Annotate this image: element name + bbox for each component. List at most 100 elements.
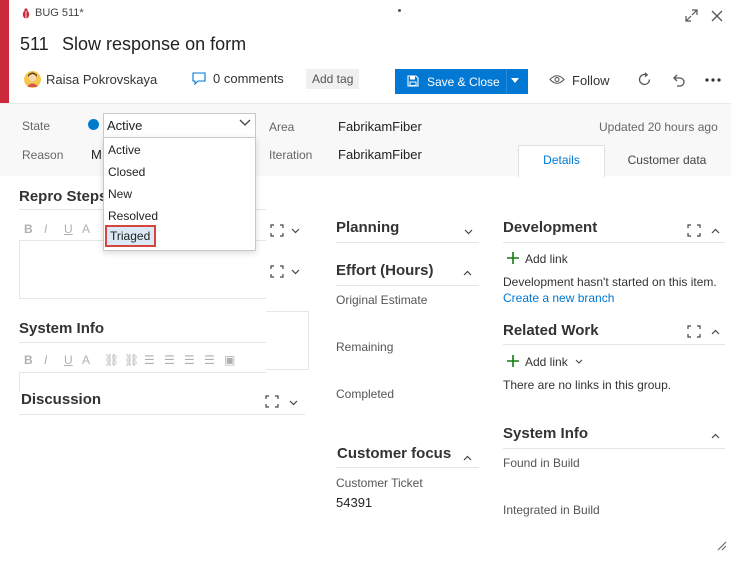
comments-link[interactable]: 0 comments [213,71,284,86]
fullscreen-icon[interactable] [685,9,698,22]
reason-value[interactable]: M [91,147,102,162]
italic-icon[interactable]: I [44,353,47,367]
state-dropdown-menu: Active Closed New Resolved Triaged [103,137,256,251]
create-branch-link[interactable]: Create a new branch [503,291,614,305]
bullet-list-icon[interactable]: ☰ [144,353,155,367]
customer-focus-title: Customer focus [337,445,452,462]
integrated-in-build-label: Integrated in Build [503,503,600,517]
area-value[interactable]: FabrikamFiber [338,119,422,134]
found-in-build-label: Found in Build [503,456,580,470]
customer-ticket-label: Customer Ticket [336,476,423,490]
underline-icon[interactable]: U [64,222,73,236]
plus-icon[interactable] [507,355,519,367]
image-icon[interactable]: ▣ [224,353,235,367]
font-color-icon[interactable]: A [82,222,90,236]
repro-steps-title: Repro Steps [19,188,108,205]
close-icon[interactable] [711,10,723,22]
add-link-button[interactable]: Add link [525,252,568,266]
fullscreen-icon[interactable] [270,265,284,278]
state-option-triaged[interactable]: Triaged [105,225,156,247]
add-related-link-button[interactable]: Add link [525,355,568,369]
font-color-icon[interactable]: A [82,353,90,367]
chevron-up-icon[interactable] [463,455,472,461]
state-option-resolved[interactable]: Resolved [108,205,253,227]
add-tag-button[interactable]: Add tag [306,69,360,89]
outdent-icon[interactable]: ☰ [184,353,195,367]
related-work-message: There are no links in this group. [503,378,672,392]
planning-title: Planning [336,219,400,236]
original-estimate-label: Original Estimate [336,293,428,307]
divider [503,448,725,449]
work-item-type-label: BUG 511* [35,7,84,19]
save-close-button[interactable]: Save & Close [395,69,528,94]
system-info-title: System Info [19,320,105,337]
underline-icon[interactable]: U [64,353,73,367]
tab-details[interactable]: Details [518,145,605,177]
state-label: State [22,119,51,133]
more-actions-icon[interactable] [705,78,721,82]
state-option-new[interactable]: New [108,183,253,205]
chevron-up-icon[interactable] [711,228,720,234]
state-option-active[interactable]: Active [108,139,253,161]
divider [336,242,479,243]
chevron-down-icon[interactable] [575,359,583,364]
assigned-to[interactable]: Raisa Pokrovskaya [46,72,157,87]
related-work-title: Related Work [503,322,599,339]
fullscreen-icon[interactable] [270,224,284,237]
save-close-label: Save & Close [427,75,500,89]
separator-dot [398,9,401,12]
chevron-up-icon[interactable] [463,270,472,276]
customer-ticket-value[interactable]: 54391 [336,495,372,510]
chevron-down-icon[interactable] [291,269,300,275]
avatar[interactable] [24,71,41,88]
iteration-value[interactable]: FabrikamFiber [338,147,422,162]
system-info-toolbar: B I U A ⛓ ⛓ ☰ ☰ ☰ ☰ ▣ [24,353,264,373]
state-value[interactable]: Active [107,118,142,133]
save-split-divider [506,69,507,94]
area-label: Area [269,120,295,134]
tab-customer-data[interactable]: Customer data [605,145,729,176]
follow-button[interactable]: Follow [572,73,610,88]
link-icon[interactable]: ⛓ [104,353,119,367]
updated-timestamp[interactable]: Updated 20 hours ago [599,120,718,134]
discussion-title: Discussion [21,391,102,408]
effort-title: Effort (Hours) [336,262,434,279]
fullscreen-icon[interactable] [687,325,701,338]
fullscreen-icon[interactable] [687,224,701,237]
comment-icon [192,72,206,85]
divider [336,467,479,468]
plus-icon[interactable] [507,252,519,264]
iteration-label: Iteration [269,148,313,162]
chevron-down-icon[interactable] [291,228,300,234]
development-title: Development [503,219,598,236]
save-options-chevron-icon[interactable] [511,78,519,83]
work-item-type-color-bar [0,0,9,103]
bold-icon[interactable]: B [24,222,33,236]
undo-icon[interactable] [671,72,686,87]
chevron-up-icon[interactable] [711,329,720,335]
divider [336,285,479,286]
bold-icon[interactable]: B [24,353,33,367]
divider [503,242,725,243]
system-info-editor[interactable] [19,372,266,392]
numbered-list-icon[interactable]: ☰ [164,353,175,367]
fullscreen-icon[interactable] [265,395,279,408]
system-info-right-title: System Info [503,425,589,442]
italic-icon[interactable]: I [44,222,47,236]
state-option-closed[interactable]: Closed [108,161,253,183]
chevron-down-icon[interactable] [464,229,473,235]
work-item-title[interactable]: Slow response on form [62,34,246,55]
state-color-dot [88,119,99,130]
indent-icon[interactable]: ☰ [204,353,215,367]
eye-icon [549,75,565,84]
chevron-down-icon[interactable] [239,119,251,127]
bug-icon [22,8,30,19]
resize-grip-icon[interactable] [716,540,727,551]
completed-label: Completed [336,387,395,401]
unlink-icon[interactable]: ⛓ [124,353,139,367]
chevron-up-icon[interactable] [711,433,720,439]
save-icon [407,75,419,87]
chevron-down-icon[interactable] [289,400,298,406]
work-item-id: 511 [20,34,49,54]
refresh-icon[interactable] [637,72,652,87]
